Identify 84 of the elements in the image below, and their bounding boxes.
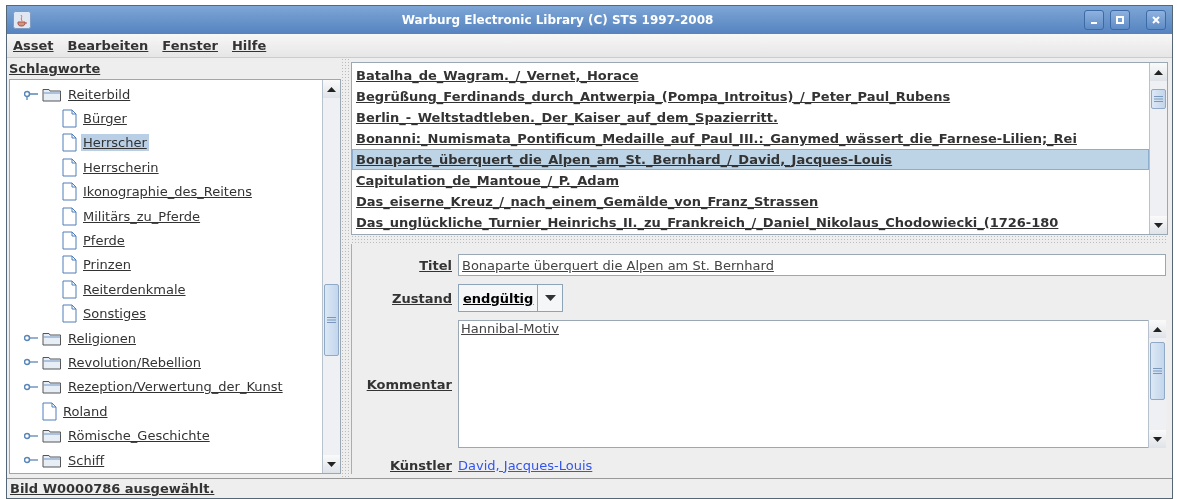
maximize-icon bbox=[1116, 16, 1124, 24]
list-item[interactable]: Bonanni:_Numismata_Pontificum_Medaille_auf_Paul_III.:_Ganymed_wässert_die_Farnese-Lilien;_Rei bbox=[352, 128, 1149, 149]
scroll-up-icon bbox=[327, 86, 336, 92]
document-icon bbox=[62, 206, 77, 226]
cup-icon bbox=[13, 11, 31, 29]
grip-icon bbox=[327, 317, 336, 323]
state-dropdown[interactable]: endgültig bbox=[458, 284, 564, 312]
folder-icon bbox=[42, 330, 62, 346]
list-item[interactable]: Capitulation_de_Mantoue_/_P._Adam bbox=[352, 170, 1149, 191]
document-icon bbox=[62, 255, 77, 275]
comment-field[interactable]: Hannibal-Motiv bbox=[458, 320, 1148, 448]
menu-item[interactable]: Fenster bbox=[162, 38, 218, 53]
scrollbar[interactable] bbox=[1149, 63, 1167, 234]
tree-item[interactable]: Ikonographie_des_Reitens bbox=[81, 183, 254, 201]
tree-item[interactable]: Religionen bbox=[66, 329, 138, 347]
scroll-up-button[interactable] bbox=[1149, 320, 1166, 338]
caret-icon bbox=[544, 295, 556, 301]
tree-item[interactable]: Sonstiges bbox=[81, 305, 148, 323]
scroll-down-icon bbox=[1154, 222, 1163, 228]
field-label: Zustand bbox=[392, 290, 452, 306]
scroll-down-icon bbox=[1153, 436, 1162, 442]
tree-item[interactable]: Reiterbild bbox=[66, 85, 133, 103]
document-icon bbox=[62, 133, 77, 153]
menu-item[interactable]: Asset bbox=[13, 38, 54, 53]
list-item[interactable]: Batalha_de_Wagram._/_Vernet,_Horace bbox=[352, 65, 1149, 86]
tree-item[interactable]: Rezeption/Verwertung_der_Kunst bbox=[66, 378, 285, 396]
grip-icon bbox=[1153, 368, 1162, 374]
close-icon bbox=[1152, 16, 1160, 24]
document-icon bbox=[62, 109, 77, 129]
tree-item[interactable]: Reiterdenkmale bbox=[81, 280, 188, 298]
title-field[interactable]: Bonaparte überquert die Alpen am St. Bernhard bbox=[458, 254, 1166, 276]
folder-icon bbox=[42, 452, 62, 468]
tree-item[interactable]: Herrscherin bbox=[81, 158, 161, 176]
scroll-down-button[interactable] bbox=[1149, 430, 1166, 448]
artist-link[interactable]: David, Jacques-Louis bbox=[458, 457, 593, 473]
field-label: Künstler bbox=[390, 457, 452, 473]
tree-item[interactable]: Revolution/Rebellion bbox=[66, 354, 203, 371]
tree-item[interactable]: Pferde bbox=[81, 232, 127, 250]
scrollbar-thumb[interactable] bbox=[1150, 342, 1165, 400]
list-item[interactable]: Bonaparte_überquert_die_Alpen_am_St._Bernhard_/_David,_Jacques-Louis bbox=[352, 149, 1149, 170]
scroll-down-button[interactable] bbox=[323, 455, 340, 473]
tree-item[interactable]: Herrscher bbox=[81, 134, 149, 152]
scroll-up-icon bbox=[1154, 69, 1163, 75]
list-item[interactable]: Das_unglückliche_Turnier_Heinrichs_II._zu_Frankreich_/_Daniel_Nikolaus_Chodowiecki_(1726-180 bbox=[352, 212, 1149, 233]
scrollbar[interactable] bbox=[322, 80, 340, 473]
document-icon bbox=[42, 401, 57, 421]
document-icon bbox=[62, 304, 77, 324]
field-label: Kommentar bbox=[366, 376, 452, 392]
document-icon bbox=[62, 157, 77, 177]
document-icon bbox=[62, 182, 77, 202]
tree-item[interactable]: Bürger bbox=[81, 110, 129, 128]
grip-icon bbox=[1154, 96, 1163, 102]
list-item[interactable]: Das_eiserne_Kreuz_/_nach_einem_Gemälde_von_Franz_Strassen bbox=[352, 191, 1149, 212]
folder-icon bbox=[42, 428, 62, 444]
scrollbar[interactable] bbox=[1148, 320, 1166, 448]
scrollbar-thumb[interactable] bbox=[1151, 89, 1166, 109]
folder-icon bbox=[42, 86, 62, 102]
tree-item[interactable]: Militärs_zu_Pferde bbox=[81, 207, 203, 225]
list-item[interactable]: Berlin_-_Weltstadtleben._Der_Kaiser_auf_dem_Spazierritt. bbox=[352, 107, 1149, 128]
folder-icon bbox=[42, 379, 62, 395]
tree-item[interactable]: Roland bbox=[61, 402, 110, 420]
menu-item[interactable]: Bearbeiten bbox=[67, 38, 149, 53]
document-icon bbox=[62, 231, 77, 251]
status-text: Bild W0000786 ausgewählt. bbox=[10, 481, 215, 496]
list-item[interactable]: Begrüßung_Ferdinands_durch_Antwerpia_(Pompa_Introitus)_/_Peter_Paul_Rubens bbox=[352, 86, 1149, 107]
tree-item[interactable]: Römische_Geschichte bbox=[66, 427, 212, 445]
expanded-handle-icon[interactable] bbox=[24, 88, 38, 101]
close-button[interactable] bbox=[1146, 10, 1166, 30]
panel-title: Schlagworte bbox=[9, 61, 102, 78]
document-icon bbox=[62, 279, 77, 299]
minimize-button[interactable] bbox=[1084, 10, 1104, 30]
tree-item[interactable]: Schiff bbox=[66, 451, 107, 469]
scroll-up-button[interactable] bbox=[323, 80, 340, 98]
scroll-up-icon bbox=[1153, 326, 1162, 332]
scrollbar-thumb[interactable] bbox=[324, 284, 339, 356]
folder-icon bbox=[42, 355, 62, 370]
field-label: Titel bbox=[419, 257, 452, 273]
menu-item[interactable]: Hilfe bbox=[231, 38, 267, 53]
window-title: Warburg Electronic Library (C) STS 1997-2008 bbox=[400, 13, 715, 27]
scroll-down-icon bbox=[327, 461, 336, 467]
scroll-down-button[interactable] bbox=[1150, 216, 1167, 234]
scroll-up-button[interactable] bbox=[1150, 63, 1167, 81]
tree-item[interactable]: Prinzen bbox=[81, 256, 133, 274]
maximize-button[interactable] bbox=[1110, 10, 1130, 30]
